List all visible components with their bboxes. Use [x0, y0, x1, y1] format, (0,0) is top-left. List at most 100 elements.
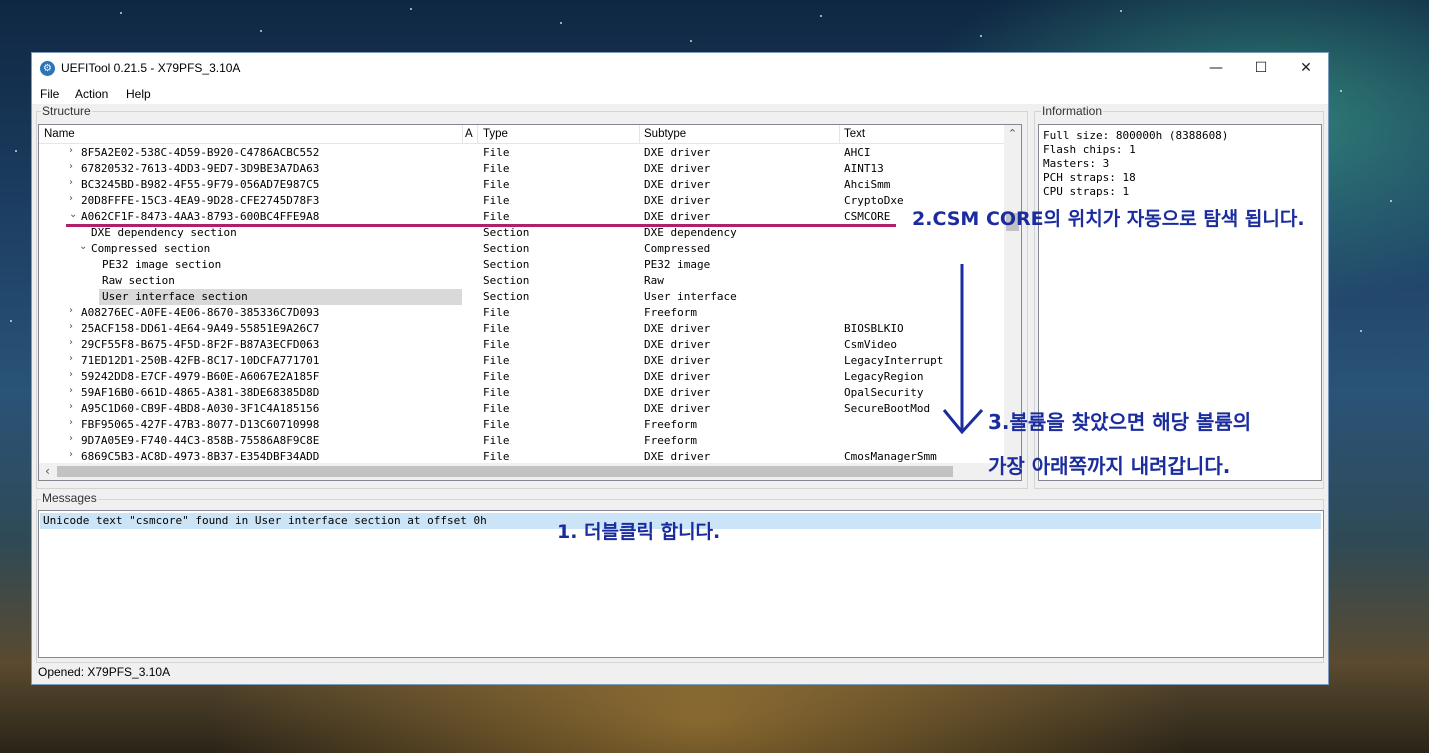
tree-header: Name A Type Subtype Text — [39, 125, 1004, 144]
tree-cell-name: Compressed section — [91, 242, 211, 255]
messages-label: Messages — [41, 491, 98, 505]
tree-cell-subtype: PE32 image — [644, 258, 711, 271]
tree-row[interactable]: › 9D7A05E9-F740-44C3-858B-75586A8F9C8E Fil… — [39, 433, 1004, 449]
structure-label: Structure — [41, 104, 92, 118]
tree-row[interactable]: ⌄ A062CF1F-8473-4AA3-8793-600BC4FFE9A8 Fil… — [39, 209, 1004, 225]
tree-cell-name: A062CF1F-8473-4AA3-8793-600BC4FFE9A8 — [81, 210, 320, 223]
expand-chevron-right-icon[interactable]: › — [69, 321, 73, 332]
tree-cell-subtype: DXE driver — [644, 162, 711, 175]
expand-chevron-right-icon[interactable]: › — [69, 145, 73, 156]
uefitool-window: ⚙ UEFITool 0.21.5 - X79PFS_3.10A — ☐ ✕ F… — [31, 52, 1329, 685]
column-header-action[interactable]: A — [465, 128, 473, 140]
structure-tree[interactable]: Name A Type Subtype Text › 8F5A2E02-538C-… — [38, 124, 1022, 481]
tree-row[interactable]: DXE dependency section Section DXE depende… — [39, 225, 1004, 241]
tree-cell-name: 20D8FFFE-15C3-4EA9-9D28-CFE2745D78F3 — [81, 194, 320, 207]
tree-cell-subtype: User interface — [644, 290, 737, 303]
tree-row[interactable]: › A95C1D60-CB9F-4BD8-A030-3F1C4A185156 Fil… — [39, 401, 1004, 417]
tree-row[interactable]: ⌄ Compressed section Section Compressed — [39, 241, 1004, 257]
info-line: Full size: 800000h (8388608) — [1043, 129, 1229, 142]
tree-cell-name: 8F5A2E02-538C-4D59-B920-C4786ACBC552 — [81, 146, 320, 159]
tree-cell-name: 71ED12D1-250B-42FB-8C17-10DCFA771701 — [81, 354, 320, 367]
info-line: PCH straps: 18 — [1043, 171, 1136, 184]
expand-chevron-right-icon[interactable]: › — [69, 193, 73, 204]
column-header-name[interactable]: Name — [44, 128, 75, 140]
tree-row[interactable]: › 59242DD8-E7CF-4979-B60E-A6067E2A185F Fil… — [39, 369, 1004, 385]
tree-row[interactable]: › 71ED12D1-250B-42FB-8C17-10DCFA771701 Fil… — [39, 353, 1004, 369]
column-header-text[interactable]: Text — [844, 128, 865, 140]
minimize-button[interactable]: — — [1193, 53, 1239, 84]
tree-cell-type: File — [483, 354, 510, 367]
tree-cell-subtype: Freeform — [644, 418, 697, 431]
tree-row[interactable]: Raw section Section Raw — [39, 273, 1004, 289]
tree-cell-subtype: Freeform — [644, 434, 697, 447]
info-line: Flash chips: 1 — [1043, 143, 1136, 156]
tree-cell-subtype: DXE driver — [644, 146, 711, 159]
tree-row[interactable]: › FBF95065-427F-47B3-8077-D13C60710998 Fil… — [39, 417, 1004, 433]
uefitool-gear-icon: ⚙ — [40, 61, 55, 76]
tree-cell-text: CryptoDxe — [844, 194, 904, 207]
menu-file[interactable]: File — [40, 87, 59, 101]
tree-cell-type: File — [483, 210, 510, 223]
tree-cell-subtype: DXE driver — [644, 354, 711, 367]
tree-cell-name: 6869C5B3-AC8D-4973-8B37-E354DBF34ADD — [81, 450, 320, 463]
tree-cell-text: LegacyRegion — [844, 370, 924, 383]
close-button[interactable]: ✕ — [1283, 53, 1329, 84]
tree-cell-subtype: DXE driver — [644, 210, 711, 223]
expand-chevron-right-icon[interactable]: › — [69, 177, 73, 188]
tree-cell-type: File — [483, 370, 510, 383]
tree-cell-name: Raw section — [102, 274, 175, 287]
tree-cell-type: Section — [483, 274, 530, 287]
expand-chevron-right-icon[interactable]: › — [69, 305, 73, 316]
expand-chevron-right-icon[interactable]: › — [69, 433, 73, 444]
expand-chevron-right-icon[interactable]: › — [69, 369, 73, 380]
menu-action[interactable]: Action — [75, 87, 108, 101]
tree-cell-subtype: Compressed — [644, 242, 711, 255]
tree-row[interactable]: › A08276EC-A0FE-4E06-8670-385336C7D093 Fil… — [39, 305, 1004, 321]
tree-row[interactable]: › 20D8FFFE-15C3-4EA9-9D28-CFE2745D78F3 Fil… — [39, 193, 1004, 209]
tree-row[interactable]: User interface section Section User interf… — [39, 289, 1004, 305]
status-text: Opened: X79PFS_3.10A — [38, 665, 171, 679]
tree-row[interactable]: › BC3245BD-B982-4F55-9F79-056AD7E987C5 Fil… — [39, 177, 1004, 193]
tree-cell-subtype: DXE dependency — [644, 226, 737, 239]
horizontal-scroll-thumb[interactable] — [57, 466, 953, 477]
tree-row[interactable]: › 29CF55F8-B675-4F5D-8F2F-B87A3ECFD063 Fil… — [39, 337, 1004, 353]
tree-row[interactable]: › 8F5A2E02-538C-4D59-B920-C4786ACBC552 Fil… — [39, 145, 1004, 161]
scroll-left-icon[interactable]: ‹ — [39, 463, 56, 480]
expand-chevron-down-icon[interactable]: ⌄ — [69, 209, 77, 220]
info-line: Masters: 3 — [1043, 157, 1110, 170]
menu-help[interactable]: Help — [126, 87, 151, 101]
tree-row[interactable]: › 59AF16B0-661D-4865-A381-38DE68385D8D Fil… — [39, 385, 1004, 401]
annotation-step3-line1: 3.볼륨을 찾았으면 해당 볼륨의 — [988, 410, 1252, 434]
tree-cell-subtype: Freeform — [644, 306, 697, 319]
horizontal-scrollbar[interactable]: ‹ — [39, 463, 1006, 480]
tree-cell-text: LegacyInterrupt — [844, 354, 944, 367]
maximize-button[interactable]: ☐ — [1238, 53, 1284, 84]
tree-cell-subtype: DXE driver — [644, 370, 711, 383]
tree-cell-type: File — [483, 402, 510, 415]
tree-cell-type: File — [483, 450, 510, 463]
tree-row[interactable]: › 67820532-7613-4DD3-9ED7-3D9BE3A7DA63 Fil… — [39, 161, 1004, 177]
tree-row[interactable]: › 25ACF158-DD61-4E64-9A49-55851E9A26C7 Fil… — [39, 321, 1004, 337]
column-header-type[interactable]: Type — [483, 128, 508, 140]
tree-cell-type: File — [483, 386, 510, 399]
expand-chevron-right-icon[interactable]: › — [69, 401, 73, 412]
expand-chevron-right-icon[interactable]: › — [69, 161, 73, 172]
tree-cell-type: Section — [483, 258, 530, 271]
tree-cell-subtype: DXE driver — [644, 322, 711, 335]
tree-cell-type: File — [483, 162, 510, 175]
tree-cell-name: DXE dependency section — [91, 226, 237, 239]
expand-chevron-down-icon[interactable]: ⌄ — [79, 241, 87, 252]
status-bar: Opened: X79PFS_3.10A — [32, 660, 1328, 684]
tree-cell-subtype: DXE driver — [644, 386, 711, 399]
expand-chevron-right-icon[interactable]: › — [69, 353, 73, 364]
expand-chevron-right-icon[interactable]: › — [69, 385, 73, 396]
scroll-up-icon[interactable]: ⌃ — [1004, 125, 1021, 142]
expand-chevron-right-icon[interactable]: › — [69, 449, 73, 460]
column-header-subtype[interactable]: Subtype — [644, 128, 686, 140]
tree-row[interactable]: PE32 image section Section PE32 image — [39, 257, 1004, 273]
expand-chevron-right-icon[interactable]: › — [69, 417, 73, 428]
title-bar: ⚙ UEFITool 0.21.5 - X79PFS_3.10A — ☐ ✕ — [32, 53, 1328, 84]
expand-chevron-right-icon[interactable]: › — [69, 337, 73, 348]
tree-cell-text: AHCI — [844, 146, 871, 159]
tree-cell-subtype: DXE driver — [644, 450, 711, 463]
